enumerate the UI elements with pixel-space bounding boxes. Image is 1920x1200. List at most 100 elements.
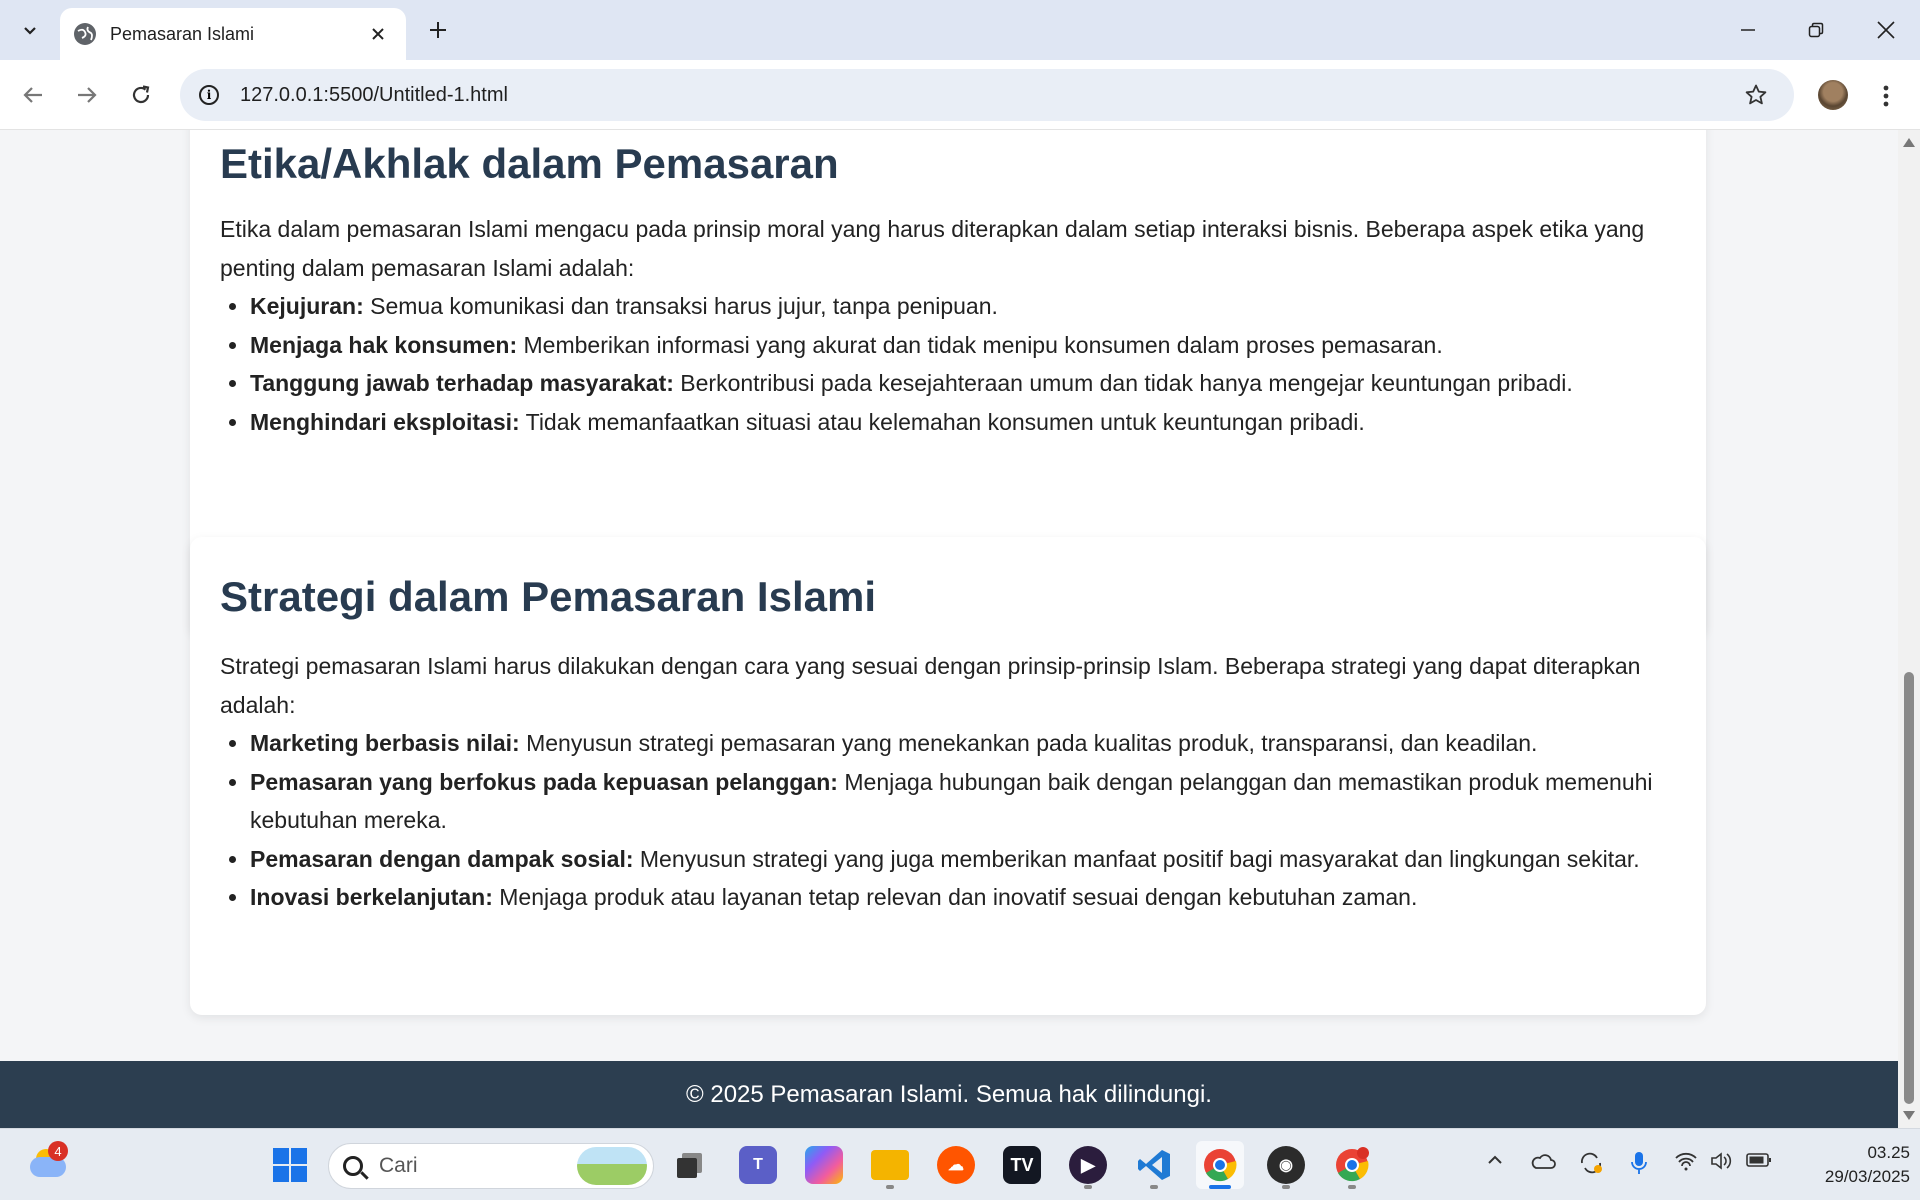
item-text: Menyusun strategi yang juga memberikan m… xyxy=(633,845,1640,872)
reload-icon xyxy=(132,85,150,104)
item-text: Berkontribusi pada kesejahteraan umum da… xyxy=(673,370,1573,396)
system-clock[interactable]: 03.25 29/03/2025 xyxy=(1790,1141,1910,1189)
section-heading: Strategi dalam Pemasaran Islami xyxy=(220,573,876,620)
scrollbar-thumb[interactable] xyxy=(1904,672,1914,1104)
search-icon xyxy=(343,1156,363,1176)
new-tab-button[interactable] xyxy=(420,12,456,48)
file-explorer-button[interactable] xyxy=(866,1141,914,1189)
show-hidden-icons-button[interactable] xyxy=(1486,1151,1504,1175)
site-info-button[interactable]: i xyxy=(192,78,226,112)
volume-icon xyxy=(1711,1152,1732,1170)
list-item: Tanggung jawab terhadap masyarakat: Berk… xyxy=(220,364,1676,403)
list-item: Menghindari eksploitasi: Tidak memanfaat… xyxy=(220,403,1676,442)
taskbar: 4 Cari T ☁ TV ▶ ◉ 03.25 29/03/2025 xyxy=(0,1128,1920,1200)
list-item: Pemasaran dengan dampak sosial: Menyusun… xyxy=(220,840,1676,879)
tradingview-button[interactable]: TV xyxy=(998,1141,1046,1189)
browser-toolbar: i 127.0.0.1:5500/Untitled-1.html xyxy=(0,60,1920,130)
obs-button[interactable]: ◉ xyxy=(1262,1141,1310,1189)
browser-menu-button[interactable] xyxy=(1868,76,1904,116)
onedrive-icon xyxy=(1531,1154,1556,1169)
strategy-list: Marketing berbasis nilai: Menyusun strat… xyxy=(220,724,1676,917)
url-text[interactable]: 127.0.0.1:5500/Untitled-1.html xyxy=(240,84,1736,107)
windows-start-icon xyxy=(273,1148,307,1182)
chrome-profile-button[interactable] xyxy=(1328,1141,1376,1189)
copilot-icon xyxy=(805,1146,843,1184)
section-intro: Strategi pemasaran Islami harus dilakuka… xyxy=(220,653,1641,718)
weather-widget[interactable]: 4 xyxy=(24,1141,72,1189)
close-window-button[interactable] xyxy=(1858,8,1914,52)
forward-button[interactable] xyxy=(66,74,108,116)
close-tab-button[interactable] xyxy=(364,20,392,48)
copilot-button[interactable] xyxy=(800,1141,848,1189)
arrow-right-icon xyxy=(78,87,97,103)
clock-date: 29/03/2025 xyxy=(1824,1167,1910,1186)
ethics-list: Kejujuran: Semua komunikasi dan transaks… xyxy=(220,287,1676,441)
running-indicator xyxy=(1150,1185,1158,1189)
scroll-up-arrow[interactable] xyxy=(1903,138,1915,147)
section-intro: Etika dalam pemasaran Islami mengacu pad… xyxy=(220,216,1645,281)
reload-button[interactable] xyxy=(120,74,162,116)
start-button[interactable] xyxy=(266,1141,314,1189)
notification-badge: 4 xyxy=(48,1141,68,1161)
list-item: Inovasi berkelanjutan: Menjaga produk at… xyxy=(220,878,1676,917)
media-player-button[interactable]: ▶ xyxy=(1064,1141,1112,1189)
chevron-up-icon xyxy=(1488,1155,1502,1164)
item-term: Menghindari eksploitasi: xyxy=(250,408,520,435)
onedrive-button[interactable] xyxy=(1530,1151,1556,1177)
teams-button[interactable]: T xyxy=(734,1141,782,1189)
task-view-button[interactable] xyxy=(666,1141,714,1189)
battery-button[interactable] xyxy=(1746,1151,1772,1174)
restore-button[interactable] xyxy=(1788,8,1844,52)
teams-icon: T xyxy=(739,1146,777,1184)
page-viewport: Etika/Akhlak dalam Pemasaran Etika dalam… xyxy=(0,130,1898,1128)
vscode-button[interactable] xyxy=(1130,1141,1178,1189)
microphone-button[interactable] xyxy=(1630,1151,1648,1181)
network-button[interactable] xyxy=(1674,1151,1698,1177)
section-heading: Etika/Akhlak dalam Pemasaran xyxy=(220,140,839,187)
wifi-icon xyxy=(1675,1152,1697,1171)
more-vertical-icon xyxy=(1883,85,1889,107)
clock-time: 03.25 xyxy=(1867,1143,1910,1162)
bookmark-button[interactable] xyxy=(1736,75,1776,115)
minimize-button[interactable] xyxy=(1720,8,1776,52)
item-term: Inovasi berkelanjutan: xyxy=(250,884,493,910)
item-term: Tanggung jawab terhadap masyarakat: xyxy=(250,370,674,396)
profile-avatar[interactable] xyxy=(1818,80,1848,110)
play-icon: ▶ xyxy=(1069,1146,1107,1184)
running-indicator xyxy=(886,1185,894,1189)
page-scrollbar[interactable] xyxy=(1898,130,1920,1128)
chrome-button[interactable] xyxy=(1196,1141,1244,1189)
back-button[interactable] xyxy=(12,74,54,116)
item-text: Tidak memanfaatkan situasi atau kelemaha… xyxy=(519,408,1365,435)
globe-icon xyxy=(74,23,96,45)
item-text: Memberikan informasi yang akurat dan tid… xyxy=(517,331,1443,358)
tab-strip: Pemasaran Islami xyxy=(0,0,1920,60)
list-item: Menjaga hak konsumen: Memberikan informa… xyxy=(220,326,1676,365)
item-term: Pemasaran yang berfokus pada kepuasan pe… xyxy=(250,768,838,795)
tradingview-icon: TV xyxy=(1003,1146,1041,1184)
tab-search-button[interactable] xyxy=(10,10,50,50)
soundcloud-button[interactable]: ☁ xyxy=(932,1141,980,1189)
microphone-icon xyxy=(1631,1152,1647,1174)
browser-tab[interactable]: Pemasaran Islami xyxy=(60,8,406,60)
item-term: Pemasaran dengan dampak sosial: xyxy=(250,845,634,872)
item-text: Menjaga produk atau layanan tetap releva… xyxy=(492,884,1418,910)
task-view-icon xyxy=(677,1153,702,1178)
section-card-strategi: Strategi dalam Pemasaran Islami Strategi… xyxy=(190,537,1706,1015)
battery-icon xyxy=(1746,1153,1771,1167)
item-text: Menyusun strategi pemasaran yang menekan… xyxy=(519,730,1538,756)
chrome-icon xyxy=(1204,1149,1237,1182)
footer-text: © 2025 Pemasaran Islami. Semua hak dilin… xyxy=(686,1080,1212,1108)
scroll-down-arrow[interactable] xyxy=(1903,1111,1915,1120)
sync-status-button[interactable] xyxy=(1578,1151,1604,1181)
volume-button[interactable] xyxy=(1710,1151,1734,1177)
chrome-profile-icon xyxy=(1336,1147,1369,1182)
item-text: Semua komunikasi dan transaksi harus juj… xyxy=(363,293,998,319)
page-footer: © 2025 Pemasaran Islami. Semua hak dilin… xyxy=(0,1061,1898,1128)
address-bar[interactable]: i 127.0.0.1:5500/Untitled-1.html xyxy=(180,69,1794,121)
close-icon xyxy=(1877,21,1895,39)
list-item: Marketing berbasis nilai: Menyusun strat… xyxy=(220,724,1676,763)
minimize-icon xyxy=(1741,29,1755,31)
taskbar-search[interactable]: Cari xyxy=(328,1143,654,1189)
plus-icon xyxy=(430,22,446,38)
